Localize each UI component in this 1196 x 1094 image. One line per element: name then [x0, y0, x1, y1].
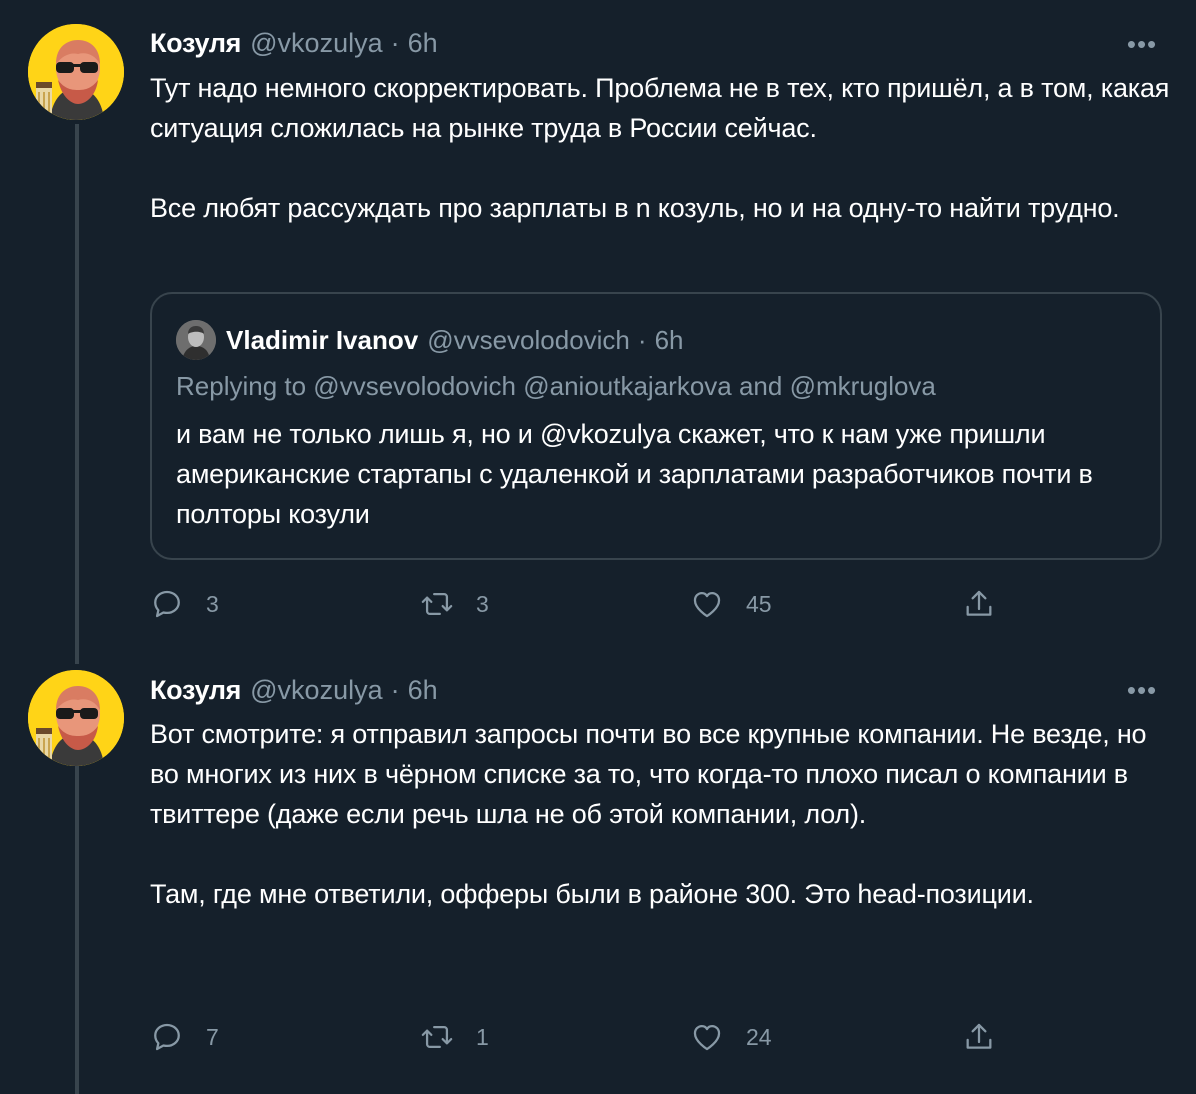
separator-dot: · [390, 28, 400, 58]
author-name[interactable]: Козуля [150, 672, 241, 708]
like-count: 45 [746, 590, 772, 617]
tweet[interactable]: Козуля @vkozulya · 6h ••• Вот смотрите: … [0, 660, 1196, 1094]
retweet-button[interactable]: 3 [420, 584, 489, 624]
separator-dot: · [637, 324, 647, 355]
tweet-header: Козуля @vkozulya · 6h [150, 25, 438, 61]
reply-count: 3 [206, 590, 219, 617]
reply-count: 7 [206, 1023, 219, 1050]
heart-icon [693, 1024, 721, 1051]
quoted-tweet-header: Vladimir Ivanov @vvsevolodovich · 6h [176, 320, 684, 360]
share-button[interactable] [962, 584, 996, 624]
tweet-paragraph: Все любят рассуждать про зарплаты в n ко… [150, 193, 1120, 223]
reply-button[interactable]: 7 [150, 1017, 219, 1057]
tweet-paragraph: Вот смотрите: я отправил запросы почти в… [150, 719, 1147, 829]
tweet-actions: 7 1 24 [150, 1017, 1010, 1057]
retweet-button[interactable]: 1 [420, 1017, 489, 1057]
quoted-author-name[interactable]: Vladimir Ivanov [226, 325, 418, 356]
more-icon[interactable]: ••• [1124, 26, 1160, 62]
like-count: 24 [746, 1023, 772, 1050]
timestamp[interactable]: 6h [408, 672, 438, 708]
tweet[interactable]: Козуля @vkozulya · 6h ••• Тут надо немно… [0, 0, 1196, 664]
author-name[interactable]: Козуля [150, 25, 241, 61]
author-handle[interactable]: @vkozulya [250, 25, 382, 61]
quoted-tweet[interactable]: Vladimir Ivanov @vvsevolodovich · 6h Rep… [150, 292, 1162, 560]
retweet-count: 1 [476, 1023, 489, 1050]
avatar[interactable] [28, 670, 124, 766]
tweet-actions: 3 3 45 [150, 584, 1010, 624]
timestamp[interactable]: 6h [408, 25, 438, 61]
share-icon [966, 1023, 992, 1049]
separator-dot: · [390, 675, 400, 705]
avatar[interactable] [28, 24, 124, 120]
quoted-avatar[interactable] [176, 320, 216, 360]
tweet-header: Козуля @vkozulya · 6h [150, 672, 438, 708]
tweet-text: Вот смотрите: я отправил запросы почти в… [150, 714, 1170, 914]
tweet-text: Тут надо немного скорректировать. Пробле… [150, 68, 1170, 228]
more-icon[interactable]: ••• [1124, 672, 1160, 708]
tweet-paragraph: Тут надо немного скорректировать. Пробле… [150, 73, 1170, 143]
reply-icon [154, 590, 180, 618]
quoted-author-handle[interactable]: @vvsevolodovich [427, 325, 630, 356]
quoted-timestamp[interactable]: 6h [655, 325, 684, 356]
like-button[interactable]: 45 [690, 584, 772, 624]
retweet-count: 3 [476, 590, 489, 617]
thread-connector-line [75, 124, 79, 664]
reply-button[interactable]: 3 [150, 584, 219, 624]
tweet-paragraph: Там, где мне ответили, офферы были в рай… [150, 879, 1034, 909]
quoted-tweet-text: и вам не только лишь я, но и @vkozulya с… [176, 419, 1093, 529]
like-button[interactable]: 24 [690, 1017, 772, 1057]
share-icon [966, 590, 992, 616]
thread-connector-line [75, 764, 79, 1094]
retweet-icon [421, 592, 453, 616]
replying-to: Replying to @vvsevolodovich @anioutkajar… [176, 371, 936, 401]
retweet-icon [421, 1025, 453, 1049]
author-handle[interactable]: @vkozulya [250, 672, 382, 708]
heart-icon [693, 591, 721, 618]
share-button[interactable] [962, 1017, 996, 1057]
reply-icon [154, 1023, 180, 1051]
